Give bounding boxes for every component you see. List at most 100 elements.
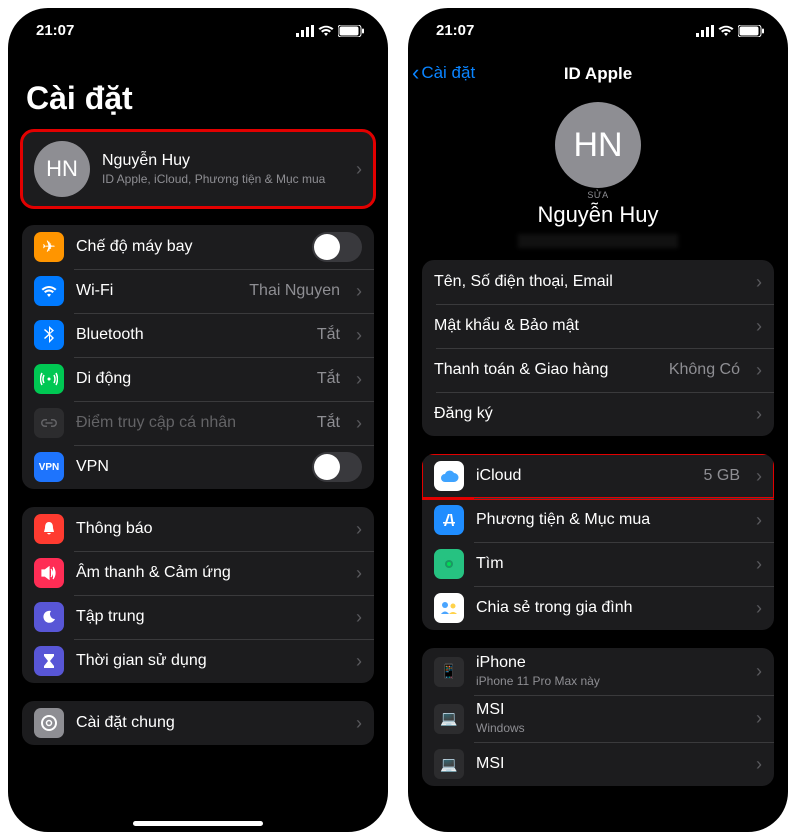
sounds-row[interactable]: Âm thanh & Cảm ứng › bbox=[22, 551, 374, 595]
avatar: HN bbox=[34, 141, 90, 197]
back-label: Cài đặt bbox=[421, 63, 475, 83]
back-button[interactable]: ‹ Cài đặt bbox=[412, 62, 475, 84]
airplane-label: Chế độ máy bay bbox=[76, 238, 300, 256]
status-bar: 21:07 bbox=[408, 8, 788, 52]
phone-appleid: 21:07 ‹ Cài đặt ID Apple HN SỬA Nguyễn H bbox=[408, 8, 788, 832]
cellular-value: Tắt bbox=[317, 370, 340, 388]
family-row[interactable]: Chia sẻ trong gia đình › bbox=[422, 586, 774, 630]
notification-icon bbox=[34, 514, 64, 544]
speaker-icon bbox=[34, 558, 64, 588]
status-right bbox=[696, 24, 764, 36]
screentime-row[interactable]: Thời gian sử dụng › bbox=[22, 639, 374, 683]
bluetooth-value: Tắt bbox=[317, 326, 340, 344]
chevron-left-icon: ‹ bbox=[412, 62, 419, 84]
chevron-right-icon: › bbox=[756, 316, 762, 337]
family-icon bbox=[434, 593, 464, 623]
findmy-row[interactable]: Tìm › bbox=[422, 542, 774, 586]
device-label: MSI Windows bbox=[476, 701, 744, 736]
notifications-label: Thông báo bbox=[76, 520, 344, 538]
chevron-right-icon: › bbox=[356, 713, 362, 734]
contact-row[interactable]: Tên, Số điện thoại, Email › bbox=[422, 260, 774, 304]
chevron-right-icon: › bbox=[356, 519, 362, 540]
sounds-label: Âm thanh & Cảm ứng bbox=[76, 564, 344, 582]
general-row[interactable]: Cài đặt chung › bbox=[22, 701, 374, 745]
hotspot-row[interactable]: Điểm truy cập cá nhân Tắt › bbox=[22, 401, 374, 445]
focus-row[interactable]: Tập trung › bbox=[22, 595, 374, 639]
avatar-large[interactable]: HN SỬA bbox=[555, 102, 641, 188]
vpn-icon: VPN bbox=[34, 452, 64, 482]
notifications-row[interactable]: Thông báo › bbox=[22, 507, 374, 551]
profile-subtitle: ID Apple, iCloud, Phương tiện & Mục mua bbox=[102, 172, 344, 187]
subscriptions-label: Đăng ký bbox=[434, 405, 744, 423]
appstore-icon bbox=[434, 505, 464, 535]
general-group: Cài đặt chung › bbox=[22, 701, 374, 745]
findmy-icon bbox=[434, 549, 464, 579]
bluetooth-row[interactable]: Bluetooth Tắt › bbox=[22, 313, 374, 357]
network-group: ✈ Chế độ máy bay Wi-Fi Thai Nguyen › Blu… bbox=[22, 225, 374, 489]
payment-value: Không Có bbox=[669, 361, 740, 379]
account-group: Tên, Số điện thoại, Email › Mật khẩu & B… bbox=[422, 260, 774, 436]
chevron-right-icon: › bbox=[356, 607, 362, 628]
chevron-right-icon: › bbox=[756, 510, 762, 531]
icloud-value: 5 GB bbox=[704, 467, 740, 485]
device-sub: iPhone 11 Pro Max này bbox=[476, 674, 744, 689]
bluetooth-label: Bluetooth bbox=[76, 326, 305, 344]
wifi-settings-icon bbox=[34, 276, 64, 306]
device-sub: Windows bbox=[476, 721, 744, 736]
device-name: MSI bbox=[476, 701, 744, 719]
status-time: 21:07 bbox=[436, 22, 474, 39]
icloud-label: iCloud bbox=[476, 467, 692, 485]
profile-row[interactable]: HN Nguyễn Huy ID Apple, iCloud, Phương t… bbox=[22, 131, 374, 207]
vpn-row[interactable]: VPN VPN bbox=[22, 445, 374, 489]
wifi-value: Thai Nguyen bbox=[249, 282, 340, 300]
media-label: Phương tiện & Mục mua bbox=[476, 511, 744, 529]
wifi-icon bbox=[318, 24, 334, 36]
profile-block: HN SỬA Nguyễn Huy bbox=[422, 102, 774, 248]
chevron-right-icon: › bbox=[356, 651, 362, 672]
home-indicator[interactable] bbox=[133, 821, 263, 826]
chevron-right-icon: › bbox=[356, 413, 362, 434]
phone-settings: 21:07 Cài đặt HN Nguyễn Huy ID Apple, iC… bbox=[8, 8, 388, 832]
settings-content: Cài đặt HN Nguyễn Huy ID Apple, iCloud, … bbox=[8, 52, 388, 832]
status-bar: 21:07 bbox=[8, 8, 388, 52]
profile-email-redacted bbox=[518, 234, 678, 248]
wifi-label: Wi-Fi bbox=[76, 282, 237, 300]
devices-group: 📱 iPhone iPhone 11 Pro Max này › 💻 MSI W… bbox=[422, 648, 774, 786]
iphone-device-icon: 📱 bbox=[434, 657, 464, 687]
media-row[interactable]: Phương tiện & Mục mua › bbox=[422, 498, 774, 542]
chevron-right-icon: › bbox=[356, 325, 362, 346]
device-label: MSI bbox=[476, 755, 744, 773]
status-time: 21:07 bbox=[36, 22, 74, 39]
vpn-toggle[interactable] bbox=[312, 452, 362, 482]
hotspot-value: Tắt bbox=[317, 414, 340, 432]
nav-bar: ‹ Cài đặt ID Apple bbox=[408, 52, 788, 96]
chevron-right-icon: › bbox=[756, 708, 762, 729]
nav-title: ID Apple bbox=[564, 64, 632, 84]
bluetooth-icon bbox=[34, 320, 64, 350]
subscriptions-row[interactable]: Đăng ký › bbox=[422, 392, 774, 436]
battery-icon bbox=[338, 24, 364, 36]
alerts-group: Thông báo › Âm thanh & Cảm ứng › Tập tru… bbox=[22, 507, 374, 683]
profile-name: Nguyễn Huy bbox=[102, 152, 344, 170]
profile-row-group: HN Nguyễn Huy ID Apple, iCloud, Phương t… bbox=[22, 131, 374, 207]
icloud-row[interactable]: iCloud 5 GB › bbox=[422, 454, 774, 498]
chevron-right-icon: › bbox=[356, 159, 362, 180]
avatar-edit-label[interactable]: SỬA bbox=[555, 190, 641, 200]
security-row[interactable]: Mật khẩu & Bảo mật › bbox=[422, 304, 774, 348]
chevron-right-icon: › bbox=[756, 466, 762, 487]
screentime-label: Thời gian sử dụng bbox=[76, 652, 344, 670]
device-iphone-row[interactable]: 📱 iPhone iPhone 11 Pro Max này › bbox=[422, 648, 774, 695]
device-msi2-row[interactable]: 💻 MSI › bbox=[422, 742, 774, 786]
cellular-row[interactable]: Di động Tắt › bbox=[22, 357, 374, 401]
family-label: Chia sẻ trong gia đình bbox=[476, 599, 744, 617]
chevron-right-icon: › bbox=[756, 360, 762, 381]
device-msi-row[interactable]: 💻 MSI Windows › bbox=[422, 695, 774, 742]
airplane-row[interactable]: ✈ Chế độ máy bay bbox=[22, 225, 374, 269]
airplane-toggle[interactable] bbox=[312, 232, 362, 262]
cellular-signal-icon bbox=[696, 24, 714, 36]
payment-row[interactable]: Thanh toán & Giao hàng Không Có › bbox=[422, 348, 774, 392]
wifi-row[interactable]: Wi-Fi Thai Nguyen › bbox=[22, 269, 374, 313]
avatar-initials: HN bbox=[573, 126, 622, 165]
device-name: MSI bbox=[476, 755, 744, 773]
findmy-label: Tìm bbox=[476, 555, 744, 573]
